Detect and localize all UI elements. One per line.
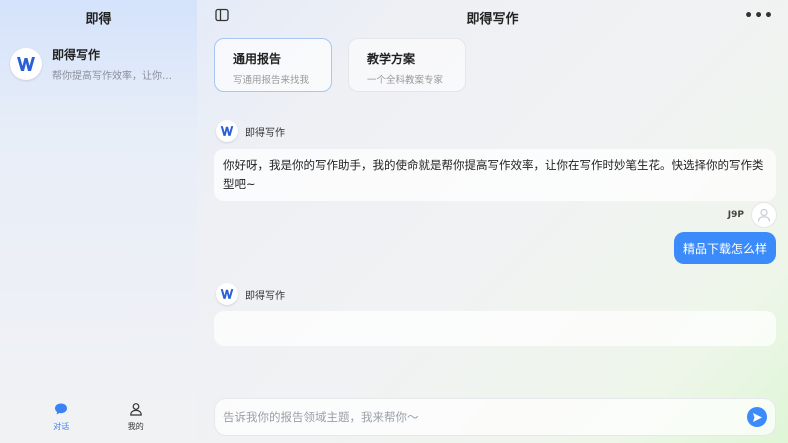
message-input[interactable] xyxy=(223,407,723,427)
w-logo-icon xyxy=(216,283,238,305)
user-header: J9P xyxy=(728,203,776,227)
user-avatar xyxy=(752,203,776,227)
bot-header: 即得写作 xyxy=(216,120,285,142)
card-teaching-plan[interactable]: 教学方案 一个全科教案专家 xyxy=(348,38,466,92)
bot-message-pending xyxy=(214,311,776,346)
topbar: 即得写作 ••• xyxy=(197,0,788,32)
nav-me-label: 我的 xyxy=(127,422,144,431)
bot-name: 即得写作 xyxy=(245,290,285,302)
card-desc: 写通用报告来找我 xyxy=(233,75,310,86)
user-message: 精品下载怎么样 xyxy=(673,232,776,264)
user-icon xyxy=(129,403,142,416)
conversation-preview: 帮你提高写作效率，让你… xyxy=(52,71,172,82)
conversation-name: 即得写作 xyxy=(52,48,101,62)
card-general-report[interactable]: 通用报告 写通用报告来找我 xyxy=(214,38,332,92)
page-title: 即得写作 xyxy=(466,12,519,27)
nav-chat-label: 对话 xyxy=(53,422,70,431)
conversation-item[interactable]: 即得写作 帮你提高写作效率，让你… xyxy=(10,44,190,84)
bottom-nav: 对话 我的 xyxy=(0,402,197,438)
input-bar xyxy=(214,398,776,436)
send-button[interactable] xyxy=(747,407,767,427)
user-name: J9P xyxy=(727,210,744,220)
w-logo-icon xyxy=(10,48,42,80)
more-options-icon[interactable]: ••• xyxy=(744,8,774,24)
card-title: 通用报告 xyxy=(233,52,282,66)
bot-message: 你好呀，我是你的写作助手，我的使命就是帮你提高写作效率，让你在写作时妙笔生花。快… xyxy=(214,149,776,201)
w-logo-icon xyxy=(216,120,238,142)
nav-me[interactable]: 我的 xyxy=(111,402,161,438)
user-avatar-icon xyxy=(757,208,771,222)
chat-bubble-icon xyxy=(55,403,68,415)
send-icon xyxy=(752,412,762,422)
sidebar-title: 即得 xyxy=(85,12,112,27)
card-desc: 一个全科教案专家 xyxy=(367,75,444,86)
card-title: 教学方案 xyxy=(367,52,416,66)
nav-chat[interactable]: 对话 xyxy=(36,402,86,438)
sidebar: 即得 即得写作 帮你提高写作效率，让你… 对话 我的 xyxy=(0,0,197,443)
bot-name: 即得写作 xyxy=(245,127,285,139)
bot-header: 即得写作 xyxy=(216,283,285,305)
